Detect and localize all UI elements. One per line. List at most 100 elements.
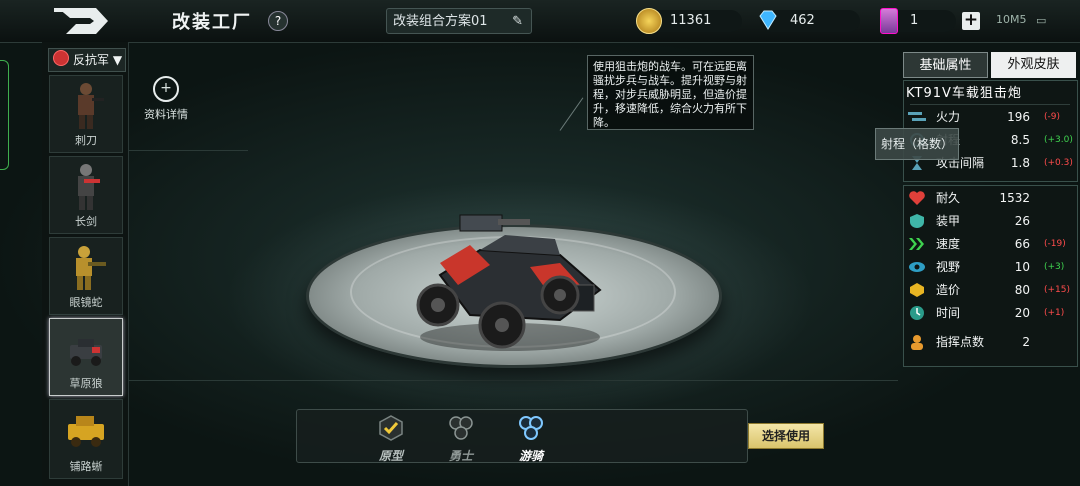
mode-warrior[interactable]: 勇士 <box>436 414 486 464</box>
commander-icon <box>911 335 923 350</box>
stat-row-command-points: 指挥点数 2 <box>906 331 1074 353</box>
stat-bonus: (+15) <box>1044 285 1071 295</box>
unit-name: 眼镜蛇 <box>69 296 103 309</box>
network-speed: 10M5 <box>996 13 1027 26</box>
scheme-name: 改装组合方案01 <box>393 14 488 29</box>
help-button[interactable]: ? <box>268 11 288 31</box>
gold-value: 11361 <box>670 13 712 28</box>
stat-bonus: (-9) <box>1044 112 1060 122</box>
floor-line <box>128 380 898 381</box>
check-badge-icon <box>379 415 403 441</box>
unit-name: 刺刀 <box>75 134 97 147</box>
stat-bonus: (+0.3) <box>1044 158 1073 168</box>
mode-ranger[interactable]: 游骑 <box>506 414 556 464</box>
edge-handle[interactable] <box>0 60 9 170</box>
stat-label: 时间 <box>936 306 961 320</box>
shield-icon <box>910 214 924 228</box>
mode-prototype[interactable]: 原型 <box>366 414 416 464</box>
soldier-portrait-icon <box>78 83 104 129</box>
select-use-button[interactable]: 选择使用 <box>748 423 824 449</box>
stat-row-armor: 装甲 26 <box>906 210 1074 232</box>
stat-label: 速度 <box>936 237 961 251</box>
heart-icon <box>909 191 925 205</box>
hex-cluster-icon <box>449 416 473 440</box>
details-button[interactable]: + 资料详情 <box>142 76 190 122</box>
stat-row-speed: 速度 66 (-19) <box>906 233 1074 255</box>
cost-icon <box>910 283 924 297</box>
stat-label: 指挥点数 <box>936 335 985 349</box>
tab-basic-attributes[interactable]: 基础属性 <box>903 52 988 78</box>
details-label: 资料详情 <box>144 108 188 121</box>
attribute-tabs: 基础属性 外观皮肤 <box>903 52 1076 78</box>
stat-label: 装甲 <box>936 214 961 228</box>
stat-value: 1.8 <box>1010 156 1030 170</box>
stat-value: 196 <box>1007 110 1030 124</box>
speed-icon <box>909 238 924 250</box>
vehicle-name: KT91V车载狙击炮 <box>906 86 1022 101</box>
stat-value: 2 <box>1022 335 1030 349</box>
floor-line <box>128 150 248 151</box>
tab-skins[interactable]: 外观皮肤 <box>991 52 1076 78</box>
unit-description: 使用狙击炮的战车。可在远距离骚扰步兵与战车。提升视野与射程，对步兵威胁明显，但造… <box>587 55 754 130</box>
stat-row-firepower: 火力 196 (-9) <box>906 106 1074 128</box>
battery-icon: ▭ <box>1036 14 1047 27</box>
vehicle-portrait-icon <box>68 416 104 447</box>
faction-selector[interactable]: 反抗军 ▼ <box>48 48 126 72</box>
soldier-portrait-icon <box>78 164 100 210</box>
mode-label: 勇士 <box>448 449 473 463</box>
back-logo-icon[interactable] <box>52 4 118 38</box>
unit-item-paver[interactable]: 铺路蜥 <box>49 399 123 479</box>
mode-label: 游骑 <box>518 449 543 463</box>
faction-emblem-icon <box>53 50 69 66</box>
unit-item-cobra[interactable]: 眼镜蛇 <box>49 237 123 315</box>
stat-value: 66 <box>1014 237 1030 251</box>
stat-label: 火力 <box>936 110 961 124</box>
unit-name: 长剑 <box>75 215 97 228</box>
mode-label: 原型 <box>378 449 403 463</box>
faction-label: 反抗军 <box>73 53 110 67</box>
card-icon <box>880 8 898 34</box>
stat-bonus: (+1) <box>1044 308 1065 318</box>
unit-item-prairie-wolf[interactable]: 草原狼 <box>49 318 123 396</box>
hex-cluster-icon <box>519 416 543 440</box>
stat-label: 耐久 <box>936 191 961 205</box>
stat-bonus: (-19) <box>1044 239 1066 249</box>
unit-item-bayonet[interactable]: 刺刀 <box>49 75 123 153</box>
stat-row-vision: 视野 10 (+3) <box>906 256 1074 278</box>
diamond-counter: 462 <box>759 10 860 32</box>
stat-label: 造价 <box>936 283 961 297</box>
vehicle-portrait-icon <box>70 339 102 366</box>
gold-counter: 11361 <box>636 8 742 34</box>
stat-value: 8.5 <box>1010 133 1030 147</box>
stat-row-cost: 造价 80 (+15) <box>906 279 1074 301</box>
stat-value: 10 <box>1014 260 1030 274</box>
unit-name: 铺路蜥 <box>69 460 103 473</box>
unit-item-longsword[interactable]: 长剑 <box>49 156 123 234</box>
range-tooltip: 射程（格数） <box>875 128 959 160</box>
clock-icon <box>910 306 924 320</box>
unit-name: 草原狼 <box>69 377 103 390</box>
stat-row-durability: 耐久 1532 <box>906 187 1074 209</box>
zoom-in-icon: + <box>153 76 179 102</box>
vehicle-model[interactable] <box>410 205 610 355</box>
diamond-icon <box>759 10 777 30</box>
card-counter: 1 <box>880 8 956 34</box>
stat-label: 视野 <box>936 260 961 274</box>
gold-coin-icon <box>636 8 662 34</box>
scheme-selector[interactable]: 改装组合方案01 ✎ <box>386 8 532 34</box>
eye-icon <box>909 262 925 272</box>
add-button[interactable]: + <box>962 12 980 30</box>
stat-value: 20 <box>1014 306 1030 320</box>
edit-pencil-icon[interactable]: ✎ <box>512 9 523 35</box>
divider <box>910 104 1070 105</box>
diamond-value: 462 <box>790 13 815 28</box>
description-pointer <box>559 97 584 131</box>
soldier-portrait-icon <box>76 246 106 290</box>
stat-value: 1532 <box>999 191 1030 205</box>
stat-row-time: 时间 20 (+1) <box>906 302 1074 324</box>
page-title: 改装工厂 <box>172 12 252 33</box>
chevron-down-icon: ▼ <box>112 53 123 67</box>
stat-bonus: (+3.0) <box>1044 135 1073 145</box>
stat-value: 26 <box>1014 214 1030 228</box>
stat-bonus: (+3) <box>1044 262 1065 272</box>
